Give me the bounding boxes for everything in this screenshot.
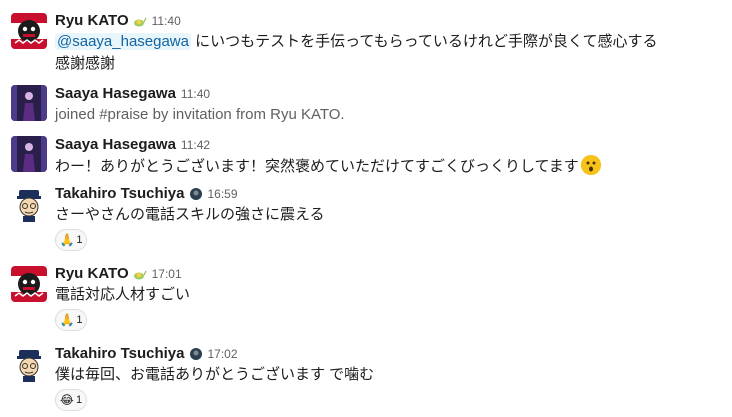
- message-ryu-1140: Ryu KATO 11:40 @saaya_hasegawa にいつもテストを手…: [0, 11, 732, 75]
- reaction-count: 1: [76, 314, 83, 326]
- message-text-part: にいつもテストを手伝ってもらっているけれど手際が良くて感心する: [190, 33, 658, 50]
- timestamp[interactable]: 16:59: [208, 184, 238, 204]
- user-mention[interactable]: @saaya_hasegawa: [55, 33, 191, 50]
- saaya-avatar-icon: [11, 85, 47, 121]
- timestamp[interactable]: 11:40: [181, 84, 210, 104]
- snail-icon: [133, 14, 147, 28]
- timestamp[interactable]: 17:01: [152, 264, 182, 284]
- sender-name[interactable]: Ryu KATO: [55, 264, 129, 284]
- snail-icon: [133, 267, 147, 281]
- message-text: さーやさんの電話スキルの強さに震える: [55, 206, 325, 223]
- takahiro-avatar-icon: [11, 186, 47, 222]
- message-takahiro-1702: Takahiro Tsuchiya 17:02 僕は毎回、お電話ありがとうござい…: [0, 344, 732, 414]
- message-ryu-1701: Ryu KATO 17:01 電話対応人材すごい 🙏 1: [0, 264, 732, 334]
- sender-name[interactable]: Saaya Hasegawa: [55, 84, 176, 104]
- avatar-saaya-hasegawa[interactable]: [11, 136, 47, 172]
- avatar-ryu-kato[interactable]: [11, 13, 47, 49]
- avatar-takahiro-tsuchiya[interactable]: [11, 346, 47, 382]
- reaction-pray[interactable]: 🙏 1: [55, 309, 87, 331]
- message-saaya-joined: Saaya Hasegawa 11:40 joined #praise by i…: [0, 84, 732, 126]
- dark-circle-icon: [189, 347, 203, 361]
- reaction-joy[interactable]: 😂 1: [55, 389, 87, 411]
- saaya-avatar-icon: [11, 136, 47, 172]
- message-text: わー！ありがとうございます！突然褒めていただけてすごくびっくりしてます: [55, 155, 601, 178]
- reaction-count: 1: [75, 394, 83, 406]
- reaction-pray[interactable]: 🙏 1: [55, 229, 87, 251]
- astonished-face-emoji: [580, 155, 601, 175]
- timestamp[interactable]: 11:42: [181, 135, 210, 155]
- message-text: 僕は毎回、お電話ありがとうございます で噛む: [55, 366, 375, 383]
- dark-circle-icon: [189, 187, 203, 201]
- message-text: @saaya_hasegawa にいつもテストを手伝ってもらっているけれど手際が…: [55, 31, 657, 53]
- avatar-ryu-kato[interactable]: [11, 266, 47, 302]
- message-saaya-1142: Saaya Hasegawa 11:42 わー！ありがとうございます！突然褒めて…: [0, 135, 732, 177]
- sender-name[interactable]: Takahiro Tsuchiya: [55, 344, 185, 364]
- message-text-line2: 感謝感謝: [55, 55, 116, 72]
- join-notice: joined #praise by invitation from Ryu KA…: [55, 106, 345, 123]
- sender-name[interactable]: Saaya Hasegawa: [55, 135, 176, 155]
- takahiro-avatar-icon: [11, 346, 47, 382]
- timestamp[interactable]: 17:02: [208, 344, 238, 364]
- ryu-avatar-icon: [11, 266, 47, 302]
- reaction-count: 1: [76, 234, 83, 246]
- ryu-avatar-icon: [11, 13, 47, 49]
- avatar-takahiro-tsuchiya[interactable]: [11, 186, 47, 222]
- timestamp[interactable]: 11:40: [152, 11, 181, 31]
- pray-emoji: 🙏: [59, 313, 75, 327]
- sender-name[interactable]: Ryu KATO: [55, 11, 129, 31]
- message-takahiro-1659: Takahiro Tsuchiya 16:59 さーやさんの電話スキルの強さに震…: [0, 184, 732, 254]
- message-text: 電話対応人材すごい: [55, 286, 191, 303]
- message-text-part: わー！ありがとうございます！突然褒めていただけてすごくびっくりしてます: [55, 158, 579, 175]
- pray-emoji: 🙏: [59, 233, 75, 247]
- avatar-saaya-hasegawa[interactable]: [11, 85, 47, 121]
- sender-name[interactable]: Takahiro Tsuchiya: [55, 184, 185, 204]
- joy-emoji: 😂: [59, 393, 74, 407]
